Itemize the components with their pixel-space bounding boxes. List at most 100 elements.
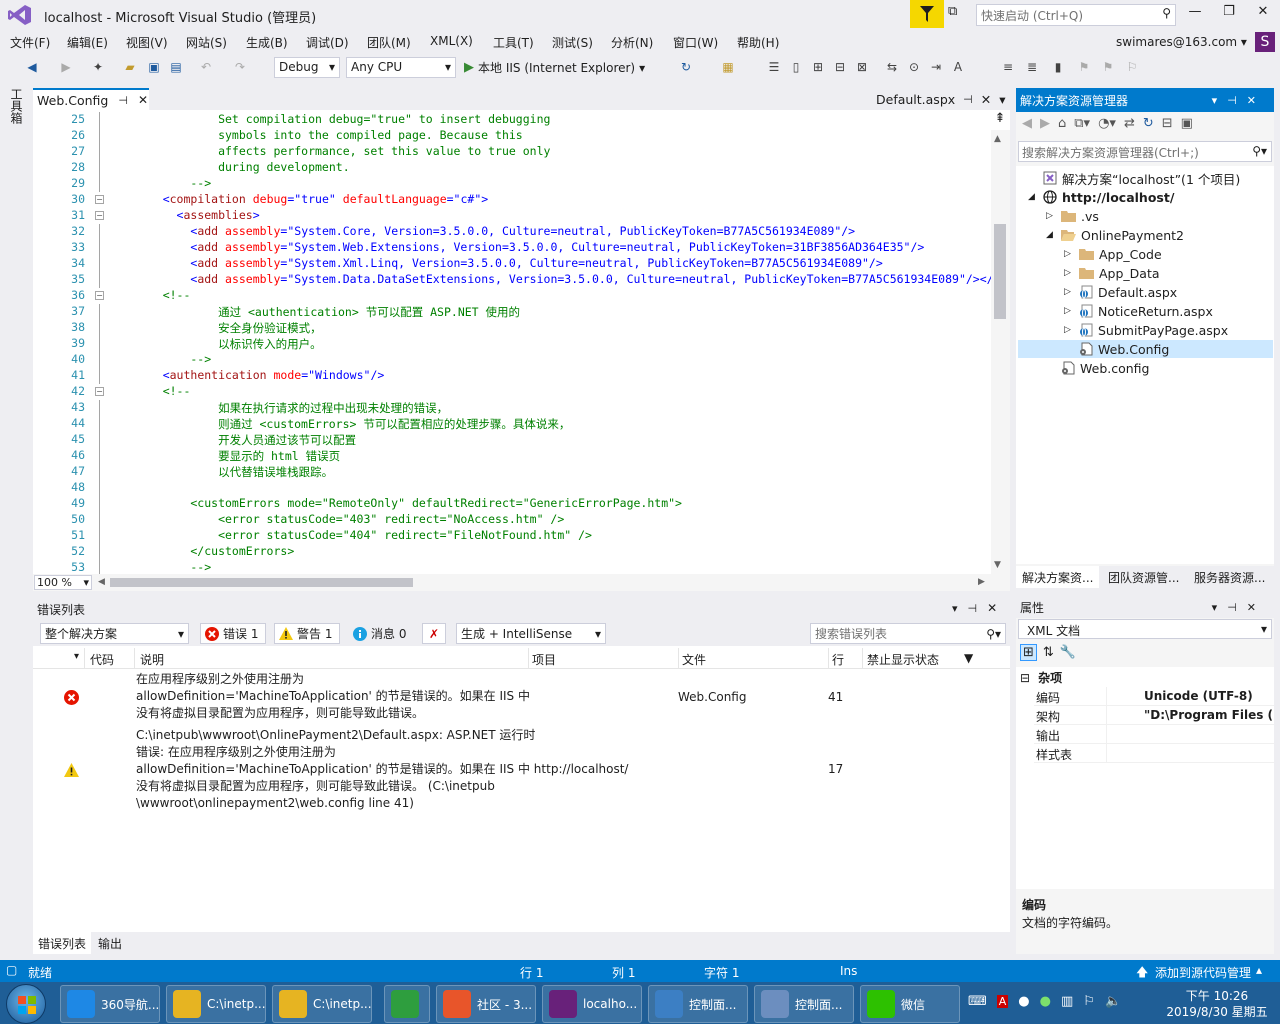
- redo-icon[interactable]: ↷: [232, 59, 248, 75]
- tab-default-aspx[interactable]: Default.aspx ⊣ ✕ ▾: [876, 92, 1006, 107]
- code-line[interactable]: affects performance, set this value to t…: [135, 144, 550, 158]
- code-line[interactable]: 以代替错误堆栈跟踪。: [135, 464, 333, 480]
- collapsed-arrow-icon[interactable]: ▷: [1064, 306, 1074, 316]
- new-project-icon[interactable]: ✦: [90, 59, 106, 75]
- tab-error-list[interactable]: 错误列表: [33, 932, 92, 954]
- taskbar-item[interactable]: 控制面...: [754, 985, 854, 1023]
- column-file[interactable]: 文件: [682, 651, 706, 668]
- save-all-icon[interactable]: ▤: [168, 59, 184, 75]
- sort-icon[interactable]: ▾: [74, 651, 79, 662]
- pending-changes-icon[interactable]: ◔▾: [1098, 116, 1116, 131]
- code-line[interactable]: <!--: [135, 384, 191, 398]
- build-filter-select[interactable]: 生成 + IntelliSense ▾: [456, 623, 606, 644]
- collapsed-arrow-icon[interactable]: ▷: [1064, 268, 1074, 278]
- sync-icon[interactable]: ⇄: [1124, 116, 1135, 131]
- clear-bookmark-icon[interactable]: ⚐: [1124, 59, 1140, 75]
- code-line[interactable]: 要显示的 html 错误页: [135, 448, 340, 464]
- pin-icon[interactable]: ⊣: [968, 602, 978, 615]
- collapsed-arrow-icon[interactable]: ▷: [1064, 249, 1074, 259]
- menu-view[interactable]: 视图(V): [126, 34, 168, 51]
- close-button[interactable]: ✕: [1250, 4, 1276, 24]
- code-line[interactable]: during development.: [135, 160, 350, 174]
- menu-xml[interactable]: XML(X): [430, 34, 473, 48]
- refresh-icon[interactable]: ↻: [678, 59, 694, 75]
- tab-team-explorer[interactable]: 团队资源管...: [1102, 566, 1185, 588]
- menu-team[interactable]: 团队(M): [367, 34, 411, 51]
- step-icon[interactable]: ⇥: [928, 59, 944, 75]
- scroll-right-icon[interactable]: ▶: [978, 577, 985, 587]
- taskbar-clock[interactable]: 下午 10:26 2019/8/30 星期五: [1162, 988, 1272, 1020]
- taskbar-item[interactable]: 微信: [860, 985, 960, 1023]
- forward-icon[interactable]: ▶: [1040, 116, 1050, 131]
- wechat-tray-icon[interactable]: ●: [1040, 994, 1051, 1009]
- collapsed-arrow-icon[interactable]: ▷: [1064, 287, 1074, 297]
- property-row[interactable]: 输出: [1034, 725, 1274, 744]
- property-row[interactable]: 架构 "D:\Program Files (x: [1034, 706, 1274, 725]
- code-line[interactable]: <add assembly="System.Xml.Linq, Version=…: [135, 256, 882, 270]
- network-icon[interactable]: ▥: [1061, 994, 1073, 1009]
- bookmark-icon[interactable]: ▮: [1050, 59, 1066, 75]
- refresh-icon[interactable]: ↻: [1143, 116, 1154, 131]
- code-line[interactable]: -->: [135, 352, 211, 366]
- code-line[interactable]: Set compilation debug="true" to insert d…: [135, 112, 550, 126]
- warnings-filter-button[interactable]: 警告 1: [274, 623, 340, 644]
- dropdown-icon[interactable]: ▾: [952, 602, 958, 615]
- find-icon[interactable]: ▦: [720, 59, 736, 75]
- action-center-icon[interactable]: ⚐: [1083, 994, 1095, 1009]
- taskbar-item[interactable]: 社区 - 3...: [436, 985, 536, 1023]
- outdent-icon[interactable]: ≣: [1024, 59, 1040, 75]
- code-line[interactable]: <error statusCode="403" redirect="NoAcce…: [135, 512, 564, 526]
- property-pages-icon[interactable]: 🔧: [1060, 645, 1076, 660]
- show-all-files-icon[interactable]: ▣: [1181, 116, 1193, 131]
- code-line[interactable]: <compilation debug="true" defaultLanguag…: [135, 192, 489, 206]
- code-line[interactable]: <authentication mode="Windows"/>: [135, 368, 385, 382]
- tree-node[interactable]: ▷ App_Data: [1064, 264, 1160, 282]
- tree-node[interactable]: 解决方案“localhost”(1 个项目): [1028, 169, 1240, 187]
- clear-filter-button[interactable]: ✗: [422, 623, 446, 644]
- collapsed-arrow-icon[interactable]: ▷: [1064, 325, 1074, 335]
- antivirus-icon[interactable]: A: [996, 995, 1009, 1008]
- tree-node[interactable]: ▷ NoticeReturn.aspx: [1064, 302, 1213, 320]
- column-description[interactable]: 说明: [140, 651, 164, 668]
- indent-icon[interactable]: ≡: [1000, 59, 1016, 75]
- switch-views-icon[interactable]: ⧉▾: [1074, 116, 1090, 131]
- property-row[interactable]: 编码 Unicode (UTF-8): [1034, 687, 1274, 706]
- code-line[interactable]: <!--: [135, 288, 191, 302]
- tree-icon[interactable]: ⊞: [810, 59, 826, 75]
- code-line[interactable]: </customErrors>: [135, 544, 294, 558]
- volume-icon[interactable]: 🔈: [1105, 994, 1121, 1009]
- schema-icon[interactable]: ⊠: [854, 59, 870, 75]
- code-line[interactable]: -->: [135, 176, 211, 190]
- code-line[interactable]: <add assembly="System.Web.Extensions, Ve…: [135, 240, 924, 254]
- property-category[interactable]: ⊟ 杂项: [1020, 669, 1062, 686]
- alphabetical-icon[interactable]: ⇅: [1043, 645, 1054, 660]
- tree-node[interactable]: ◢ OnlinePayment2: [1046, 226, 1184, 244]
- open-file-icon[interactable]: ▰: [122, 59, 138, 75]
- tab-web-config[interactable]: Web.Config ⊣ ✕: [33, 88, 149, 110]
- minimize-button[interactable]: —: [1182, 4, 1208, 24]
- vertical-scrollbar[interactable]: [991, 130, 1010, 574]
- close-icon[interactable]: ✕: [138, 93, 148, 107]
- taskbar-item[interactable]: 控制面...: [648, 985, 748, 1023]
- account-email[interactable]: swimares@163.com ▾: [1116, 35, 1247, 49]
- errors-filter-button[interactable]: 错误 1: [200, 623, 266, 644]
- taskbar-item[interactable]: localho...: [542, 985, 642, 1023]
- chevron-up-icon[interactable]: ▴: [1256, 963, 1262, 977]
- collapsed-arrow-icon[interactable]: ▷: [1046, 211, 1056, 221]
- column-line[interactable]: 行: [832, 651, 844, 668]
- code-line[interactable]: symbols into the compiled page. Because …: [135, 128, 523, 142]
- menu-tools[interactable]: 工具(T): [493, 34, 534, 51]
- split-editor-button[interactable]: ⇞: [992, 111, 1008, 127]
- code-line[interactable]: <customErrors mode="RemoteOnly" defaultR…: [135, 496, 682, 510]
- toolbox-tab[interactable]: 工具箱: [8, 88, 25, 124]
- code-line[interactable]: <assemblies>: [135, 208, 260, 222]
- start-button[interactable]: [6, 984, 46, 1024]
- pin-icon[interactable]: ⊣: [118, 94, 128, 107]
- categorized-icon[interactable]: ⊞: [1020, 644, 1037, 661]
- menu-website[interactable]: 网站(S): [186, 34, 227, 51]
- code-line[interactable]: 通过 <authentication> 节可以配置 ASP.NET 使用的: [135, 304, 520, 320]
- close-icon[interactable]: ✕: [981, 92, 991, 107]
- config-select[interactable]: Debug ▾: [274, 57, 340, 78]
- add-to-source-control[interactable]: 添加到源代码管理: [1155, 964, 1251, 981]
- menu-build[interactable]: 生成(B): [246, 34, 288, 51]
